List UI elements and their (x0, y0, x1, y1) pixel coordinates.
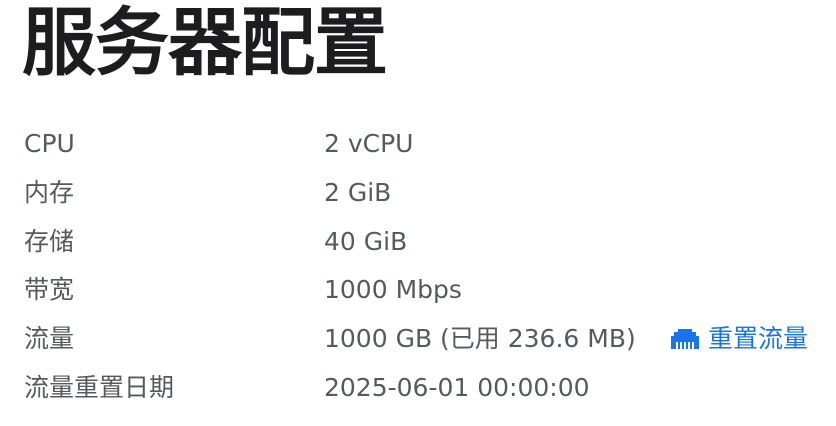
spec-label-traffic-reset-date: 流量重置日期 (24, 372, 175, 402)
spec-value-traffic-reset-date: 2025-06-01 00:00:00 (324, 372, 590, 402)
spec-label-bandwidth: 带宽 (24, 275, 75, 305)
ethernet-port-icon (670, 328, 700, 350)
server-spec-list: CPU 2 vCPU 内存 2 GiB 存储 40 GiB 带宽 1000 Mb… (24, 120, 824, 413)
page-title: 服务器配置 (22, 0, 388, 86)
spec-row-cpu: CPU 2 vCPU (24, 120, 824, 169)
spec-label-cpu: CPU (24, 129, 75, 158)
spec-row-traffic-reset-date: 流量重置日期 2025-06-01 00:00:00 (24, 364, 824, 413)
spec-row-bandwidth: 带宽 1000 Mbps (24, 266, 824, 315)
spec-value-memory: 2 GiB (324, 177, 392, 207)
spec-row-storage: 存储 40 GiB (24, 218, 824, 267)
spec-row-traffic: 流量 1000 GB (已用 236.6 MB) 重置流量 (24, 315, 824, 364)
reset-traffic-label: 重置流量 (708, 324, 809, 354)
spec-label-traffic: 流量 (24, 324, 75, 354)
spec-value-storage: 40 GiB (324, 226, 408, 256)
reset-traffic-button[interactable]: 重置流量 (670, 315, 808, 363)
spec-value-bandwidth: 1000 Mbps (324, 275, 462, 305)
spec-value-cpu: 2 vCPU (324, 129, 414, 158)
spec-label-memory: 内存 (24, 177, 75, 207)
spec-value-traffic: 1000 GB (已用 236.6 MB) (324, 324, 636, 354)
spec-row-memory: 内存 2 GiB (24, 169, 824, 218)
spec-label-storage: 存储 (24, 226, 75, 256)
